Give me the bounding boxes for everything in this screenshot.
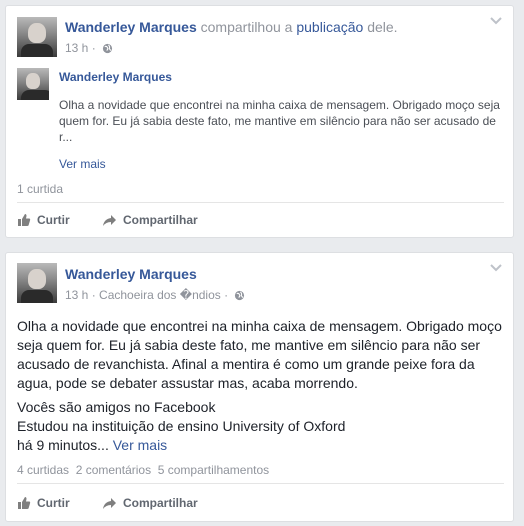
- avatar[interactable]: [17, 17, 57, 57]
- location-link[interactable]: Cachoeira dos �ndios: [99, 288, 221, 302]
- friends-line: Vocês são amigos no Facebook: [17, 399, 216, 415]
- shared-avatar[interactable]: [17, 68, 49, 100]
- share-count[interactable]: 5 compartilhamentos: [158, 463, 269, 477]
- like-count[interactable]: 1 curtida: [17, 182, 63, 196]
- publication-link[interactable]: publicação: [296, 19, 363, 35]
- time-line: há 9 minutos... Ver mais: [17, 437, 168, 453]
- shared-author-name[interactable]: Wanderley Marques: [59, 70, 172, 84]
- like-button[interactable]: Curtir: [17, 496, 70, 510]
- divider: [17, 483, 504, 484]
- thumbs-up-icon: [18, 497, 31, 509]
- see-more-link[interactable]: Ver mais: [113, 437, 167, 453]
- globe-icon[interactable]: [102, 43, 113, 54]
- like-count[interactable]: 4 curtidas: [17, 463, 69, 477]
- chevron-down-icon[interactable]: [489, 263, 503, 273]
- share-label: Compartilhar: [123, 496, 198, 510]
- post-meta: 13 h ·: [65, 41, 113, 55]
- share-arrow-icon: [103, 214, 116, 226]
- author-name[interactable]: Wanderley Marques: [65, 19, 197, 35]
- chevron-down-icon[interactable]: [489, 16, 503, 26]
- like-label: Curtir: [37, 496, 70, 510]
- reaction-counts: 4 curtidas 2 comentários 5 compartilhame…: [17, 463, 269, 477]
- timestamp[interactable]: 13 h: [65, 41, 88, 55]
- share-button[interactable]: Compartilhar: [102, 496, 198, 510]
- share-text: compartilhou a: [200, 19, 293, 35]
- post-card: Wanderley Marques 13 h · Cachoeira dos �…: [5, 252, 514, 522]
- post-header: Wanderley Marques compartilhou a publica…: [65, 19, 398, 35]
- see-more-link[interactable]: Ver mais: [59, 157, 106, 171]
- share-button[interactable]: Compartilhar: [102, 213, 198, 227]
- divider: [17, 202, 504, 203]
- like-label: Curtir: [37, 213, 70, 227]
- shared-post-text: Olha a novidade que encontrei na minha c…: [59, 98, 500, 144]
- like-button[interactable]: Curtir: [17, 213, 70, 227]
- comment-count[interactable]: 2 comentários: [76, 463, 151, 477]
- globe-icon[interactable]: [234, 290, 245, 301]
- post-card: Wanderley Marques compartilhou a publica…: [5, 5, 514, 238]
- share-label: Compartilhar: [123, 213, 198, 227]
- timestamp[interactable]: 13 h: [65, 288, 88, 302]
- author-name[interactable]: Wanderley Marques: [65, 266, 197, 282]
- post-extra-info: Vocês são amigos no Facebook Estudou na …: [17, 398, 507, 455]
- share-arrow-icon: [103, 497, 116, 509]
- post-text: Olha a novidade que encontrei na minha c…: [17, 318, 502, 391]
- thumbs-up-icon: [18, 214, 31, 226]
- education-line: Estudou na instituição de ensino Univers…: [17, 418, 346, 434]
- share-suffix: dele.: [367, 19, 398, 35]
- avatar[interactable]: [17, 263, 57, 303]
- post-meta: 13 h · Cachoeira dos �ndios ·: [65, 288, 245, 302]
